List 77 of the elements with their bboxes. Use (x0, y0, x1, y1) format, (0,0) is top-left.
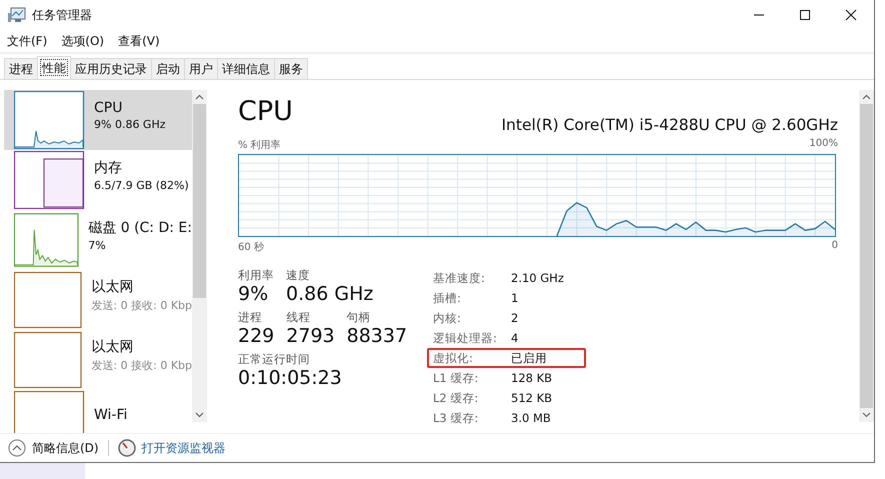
axis-label: 60 秒 (238, 240, 264, 254)
collapse-button[interactable]: 简略信息(D) (8, 439, 99, 457)
resource-monitor-link[interactable]: 打开资源监视器 (142, 440, 226, 456)
sidebar-item[interactable]: 以太网 发送: 0 接收: 0 Kbp (4, 270, 192, 330)
scrollbar-thumb[interactable] (193, 104, 206, 298)
scrollbar[interactable] (192, 90, 207, 422)
axis-label: % 利用率 (238, 138, 281, 152)
stat-label: 利用率 (238, 268, 274, 282)
scroll-down-icon (195, 412, 204, 418)
device-name: 以太网 (91, 278, 134, 296)
menu-item[interactable]: 选项(O) (61, 32, 104, 50)
stat-value: 0.86 GHz (286, 282, 374, 306)
tab[interactable]: 用户 (184, 58, 218, 79)
stat-value: 0:10:05:23 (238, 366, 342, 390)
stat-label: 句柄 (346, 310, 372, 324)
device-usage: 6.5/7.9 GB (82%) (94, 178, 189, 192)
processor-name: Intel(R) Core(TM) i5-4288U CPU @ 2.60GHz (501, 116, 838, 134)
scroll-down-icon (862, 412, 871, 418)
device-name: CPU (94, 100, 124, 116)
device-name: 内存 (94, 158, 123, 176)
info-value: 1 (511, 291, 518, 305)
device-usage: 7% (88, 238, 107, 252)
info-value: 2.10 GHz (511, 271, 564, 285)
info-label: 虚拟化: (433, 350, 474, 366)
tab[interactable]: 进程 (4, 58, 38, 79)
sidebar-item[interactable]: CPU 9% 0.86 GHz (4, 90, 192, 150)
tab[interactable]: 应用历史记录 (70, 58, 152, 79)
sidebar-item[interactable]: 内存 6.5/7.9 GB (82%) (4, 150, 192, 210)
info-label: L3 缓存: (433, 410, 480, 426)
scroll-up-icon (862, 94, 871, 100)
axis-label: 100% (809, 138, 838, 151)
scrollbar-thumb[interactable] (860, 104, 873, 408)
tab[interactable]: 性能 (37, 56, 71, 79)
info-value: 4 (511, 331, 518, 345)
info-value: 已启用 (511, 350, 547, 366)
info-value: 512 KB (511, 391, 552, 405)
stat-label: 线程 (286, 310, 312, 324)
info-value: 3.0 MB (511, 411, 551, 425)
device-usage: 发送: 0 接收: 0 Kbp (91, 298, 192, 312)
stat-label: 速度 (286, 268, 311, 282)
device-name: 以太网 (91, 338, 134, 356)
stat-value: 88337 (346, 324, 408, 348)
info-value: 2 (511, 311, 518, 325)
close-icon (845, 9, 857, 21)
tab[interactable]: 启动 (151, 58, 185, 79)
axis-label: 0 (832, 240, 838, 253)
device-name: 磁盘 0 (C: D: E: (88, 218, 192, 236)
scroll-up-icon (195, 94, 204, 100)
sidebar-item[interactable]: 磁盘 0 (C: D: E: 7% (4, 210, 192, 270)
info-value: 128 KB (511, 371, 552, 385)
menu-item[interactable]: 查看(V) (118, 32, 160, 50)
chevron-up-icon (8, 439, 26, 457)
device-usage: 9% 0.86 GHz (94, 118, 166, 130)
sidebar-item[interactable]: 以太网 发送: 0 接收: 0 Kbp (4, 330, 192, 390)
tab[interactable]: 服务 (274, 58, 308, 79)
info-label: 内核: (433, 310, 462, 326)
stat-value: 2793 (286, 324, 335, 348)
scrollbar[interactable] (859, 90, 874, 422)
menu-item[interactable]: 文件(F) (7, 32, 48, 50)
device-usage: 发送: 0 接收: 0 Kbp (91, 358, 192, 372)
info-label: 插槽: (433, 290, 462, 306)
maximize-icon (799, 9, 811, 21)
info-label: 逻辑处理器: (433, 330, 498, 346)
info-label: 基准速度: (433, 270, 486, 286)
gauge-icon (118, 439, 136, 457)
stat-label: 正常运行时间 (238, 352, 311, 366)
stat-label: 进程 (238, 310, 263, 324)
stat-value: 9% (238, 282, 270, 306)
monitor-icon (8, 7, 26, 23)
page-heading: CPU (238, 96, 293, 128)
device-name: Wi-Fi (94, 407, 128, 423)
stat-value: 229 (238, 324, 274, 348)
window-title: 任务管理器 (32, 6, 92, 24)
tab[interactable]: 详细信息 (217, 58, 275, 79)
info-label: L2 缓存: (433, 390, 480, 406)
sidebar-item[interactable]: Wi-Fi (4, 390, 192, 433)
info-label: L1 缓存: (433, 370, 480, 386)
